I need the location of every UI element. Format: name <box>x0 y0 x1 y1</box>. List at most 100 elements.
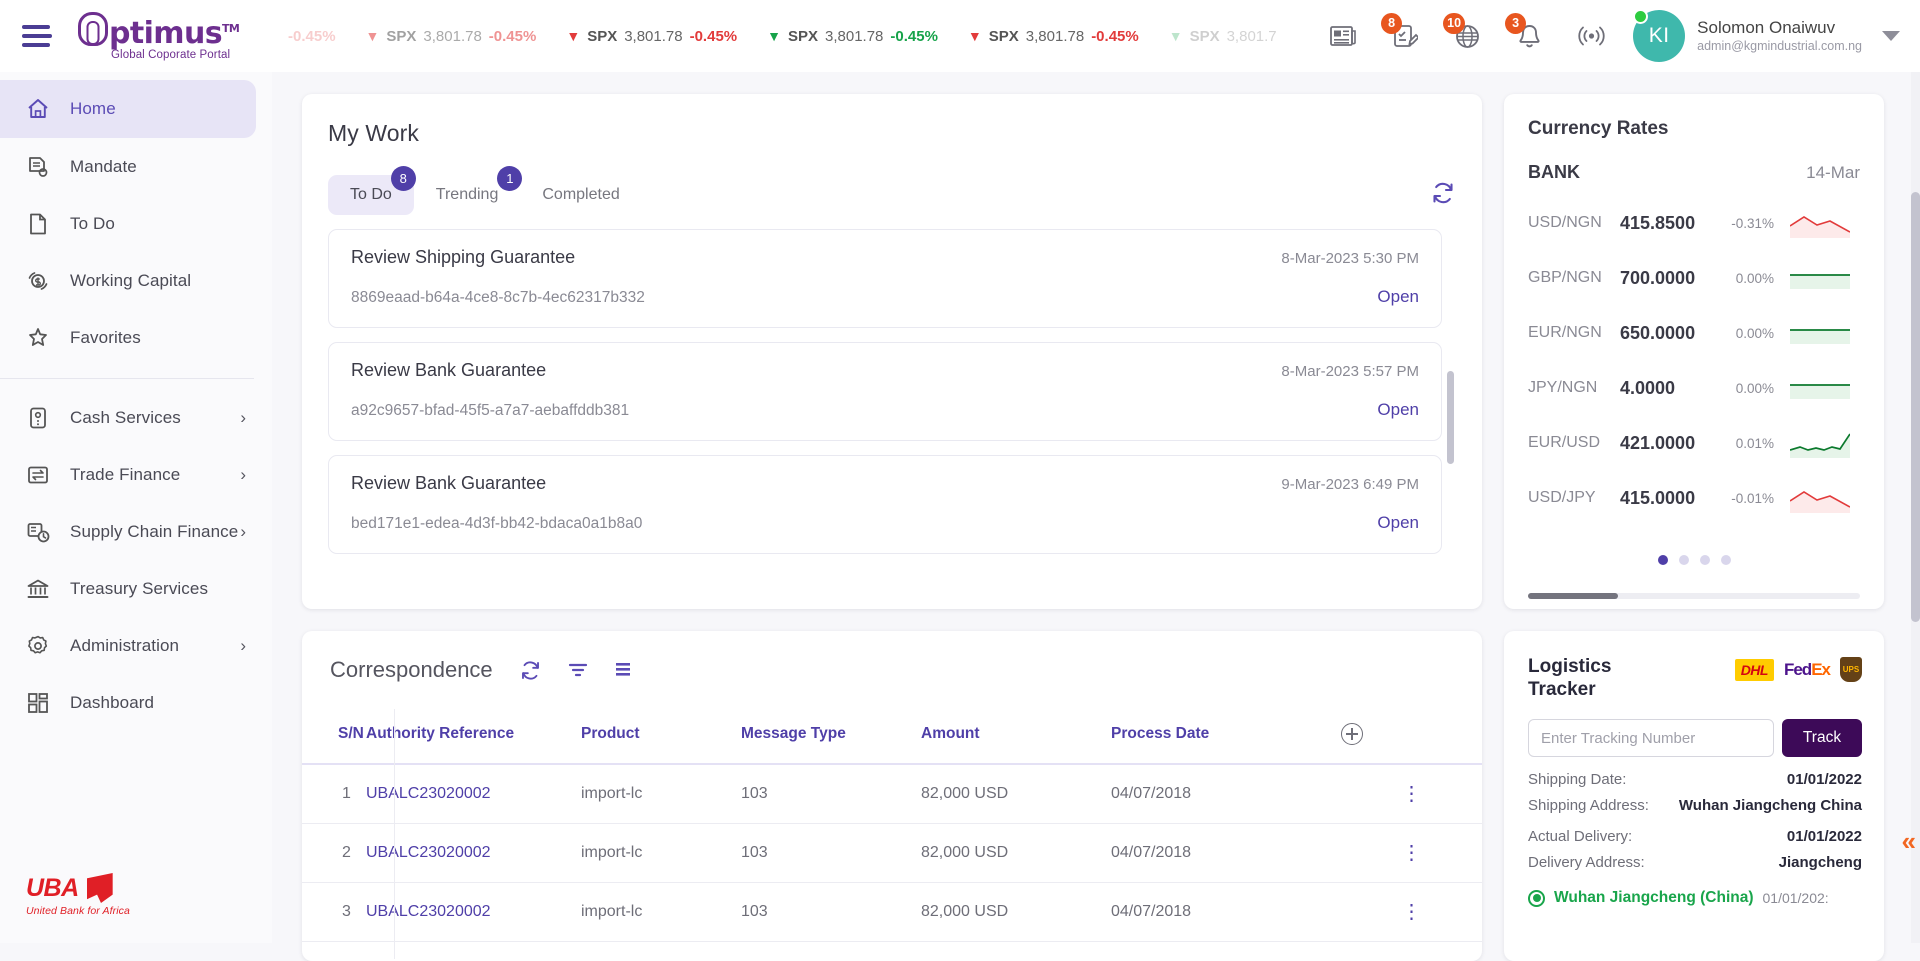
tab-to-do[interactable]: To Do 8 <box>328 166 416 215</box>
table-column-divider <box>394 709 395 959</box>
page-scrollbar-thumb[interactable] <box>1911 192 1920 622</box>
ticker-item[interactable]: ▼ SPX 3,801.78 -0.45% <box>968 28 1139 45</box>
tab-completed[interactable]: Completed <box>520 175 641 215</box>
pagination-dot[interactable] <box>1678 555 1689 565</box>
pagination-dot[interactable] <box>1720 555 1731 565</box>
track-button[interactable]: Track <box>1782 719 1862 757</box>
task-edit-icon[interactable]: 8 <box>1381 13 1421 52</box>
col-sn[interactable]: S/N <box>302 709 366 764</box>
sidebar-item-to-do[interactable]: To Do <box>0 195 272 252</box>
filter-icon[interactable] <box>568 661 588 679</box>
task-card[interactable]: Review Bank Guarantee 9-Mar-2023 6:49 PM b… <box>328 455 1442 554</box>
logistics-tracker-card: Logistics Tracker DHL FedEx UPS Track Sh… <box>1504 631 1884 961</box>
currency-rate-row[interactable]: JPY/NGN 4.0000 0.00% <box>1528 373 1860 403</box>
task-list-scrollbar[interactable] <box>1447 371 1454 464</box>
ticker-item[interactable]: -0.45% <box>288 28 336 45</box>
task-open-link[interactable]: Open <box>1377 287 1419 307</box>
currency-rate-row[interactable]: GBP/NGN 700.0000 0.00% <box>1528 263 1860 293</box>
user-profile-menu[interactable]: KI Solomon Onaiwuv admin@kgmindustrial.c… <box>1633 9 1900 62</box>
table-row[interactable]: 3 UBALC23020002 import-lc 103 82,000 USD 04/0… <box>302 882 1482 942</box>
col-process-date[interactable]: Process Date <box>1111 709 1341 764</box>
currency-hscrollbar-thumb[interactable] <box>1528 593 1618 599</box>
currency-rate-row[interactable]: EUR/NGN 650.0000 0.00% <box>1528 318 1860 348</box>
task-card[interactable]: Review Shipping Guarantee 8-Mar-2023 5:30… <box>328 229 1442 328</box>
sidebar-item-administration[interactable]: Administration › <box>0 617 272 674</box>
sidebar-item-home[interactable]: Home <box>0 80 256 138</box>
currency-pair: USD/NGN <box>1528 214 1602 231</box>
news-icon[interactable] <box>1327 20 1359 52</box>
broadcast-icon[interactable] <box>1575 20 1607 52</box>
chevron-right-icon[interactable]: › <box>240 636 246 656</box>
my-work-card: My Work To Do 8 Trending 1 Completed Review … <box>302 94 1482 609</box>
ticker-direction-icon: ▼ <box>767 28 781 44</box>
task-open-link[interactable]: Open <box>1377 400 1419 420</box>
authority-reference-link[interactable]: UBALC23020002 <box>366 903 491 920</box>
authority-reference-link[interactable]: UBALC23020002 <box>366 785 491 802</box>
chevron-right-icon[interactable]: › <box>240 465 246 485</box>
chevron-right-icon[interactable]: › <box>240 408 246 428</box>
table-row[interactable]: 1 UBALC23020002 import-lc 103 82,000 USD 04/0… <box>302 764 1482 824</box>
list-view-icon[interactable] <box>614 661 632 679</box>
currency-change: 0.00% <box>1735 270 1774 286</box>
task-date: 9-Mar-2023 6:49 PM <box>1281 476 1419 493</box>
sidebar-item-dashboard[interactable]: Dashboard <box>0 674 272 731</box>
ticker-symbol: SPX <box>587 27 618 45</box>
pagination-dot[interactable] <box>1657 555 1668 565</box>
menu-toggle-icon[interactable] <box>22 25 52 47</box>
sidebar-item-label: Dashboard <box>70 692 155 712</box>
table-header-row: S/N Authority Reference Product Message … <box>302 709 1482 764</box>
globe-icon[interactable]: 10 <box>1443 13 1483 52</box>
chevron-right-icon[interactable]: › <box>240 522 246 542</box>
row-menu-icon[interactable]: ⋮ <box>1341 784 1482 804</box>
ticker-item[interactable]: ▼ SPX 3,801.78 -0.45% <box>566 28 737 45</box>
row-menu-icon[interactable]: ⋮ <box>1341 902 1482 922</box>
tab-label: Trending <box>435 186 499 203</box>
currency-hscrollbar-track[interactable] <box>1528 593 1860 599</box>
ticker-item[interactable]: ▼ SPX 3,801.78 -0.45% <box>767 28 938 45</box>
sidebar-item-treasury-services[interactable]: Treasury Services <box>0 560 272 617</box>
task-open-link[interactable]: Open <box>1377 513 1419 533</box>
cell-authority-reference[interactable]: UBALC23020002 <box>366 882 581 942</box>
pagination-dot[interactable] <box>1699 555 1710 565</box>
sidebar-item-supply-chain-finance[interactable]: Supply Chain Finance › <box>0 503 272 560</box>
ticker-item[interactable]: ▼ SPX 3,801.78 -0.45% <box>366 28 537 45</box>
task-title: Review Bank Guarantee <box>351 473 547 493</box>
brand-name: ptimusTM <box>109 15 240 51</box>
logistics-detail-value: Jiangcheng <box>1778 854 1862 871</box>
row-menu-icon[interactable]: ⋮ <box>1341 843 1482 863</box>
authority-reference-link[interactable]: UBALC23020002 <box>366 844 491 861</box>
currency-rate-row[interactable]: USD/JPY 415.0000 -0.01% <box>1528 483 1860 513</box>
tracking-number-input[interactable] <box>1528 719 1774 757</box>
page-scrollbar-track[interactable] <box>1911 72 1920 943</box>
correspondence-refresh-icon[interactable] <box>519 659 542 682</box>
ticker-item[interactable]: ▼ SPX 3,801.7 <box>1169 28 1277 45</box>
cell-message-type: 103 <box>741 823 921 883</box>
main-content-area: My Work To Do 8 Trending 1 Completed Review … <box>272 72 1920 961</box>
task-card[interactable]: Review Bank Guarantee 8-Mar-2023 5:57 PM a… <box>328 342 1442 441</box>
add-column-icon[interactable] <box>1341 723 1363 745</box>
sidebar-item-favorites[interactable]: Favorites <box>0 309 272 366</box>
task-list-scroll-area[interactable]: Review Shipping Guarantee 8-Mar-2023 5:30… <box>328 229 1456 579</box>
col-amount[interactable]: Amount <box>921 709 1111 764</box>
ticker-price: 3,801.7 <box>1226 27 1277 45</box>
collapse-panel-icon[interactable]: « <box>1902 828 1916 854</box>
sidebar-item-mandate[interactable]: Mandate <box>0 138 272 195</box>
col-authority-reference[interactable]: Authority Reference <box>366 709 581 764</box>
chevron-down-icon[interactable] <box>1882 31 1900 41</box>
tab-trending[interactable]: Trending 1 <box>414 166 523 215</box>
cell-authority-reference[interactable]: UBALC23020002 <box>366 823 581 883</box>
sidebar-item-trade-finance[interactable]: Trade Finance › <box>0 446 272 503</box>
currency-rate-row[interactable]: USD/NGN 415.8500 -0.31% <box>1528 208 1860 238</box>
my-work-refresh-icon[interactable] <box>1430 180 1456 211</box>
currency-rate-row[interactable]: EUR/USD 421.0000 0.01% <box>1528 428 1860 458</box>
ticker-symbol: SPX <box>1189 27 1220 45</box>
col-message-type[interactable]: Message Type <box>741 709 921 764</box>
table-row[interactable]: 2 UBALC23020002 import-lc 103 82,000 USD 04/0… <box>302 823 1482 883</box>
cell-authority-reference[interactable]: UBALC23020002 <box>366 764 581 824</box>
sidebar-item-working-capital[interactable]: Working Capital <box>0 252 272 309</box>
bell-icon[interactable]: 3 <box>1505 13 1545 52</box>
event-date: 01/01/202: <box>1762 890 1829 906</box>
sidebar-item-cash-services[interactable]: Cash Services › <box>0 389 272 446</box>
col-product[interactable]: Product <box>581 709 741 764</box>
brand-logo[interactable]: ptimusTM Global Coporate Portal <box>78 11 268 61</box>
